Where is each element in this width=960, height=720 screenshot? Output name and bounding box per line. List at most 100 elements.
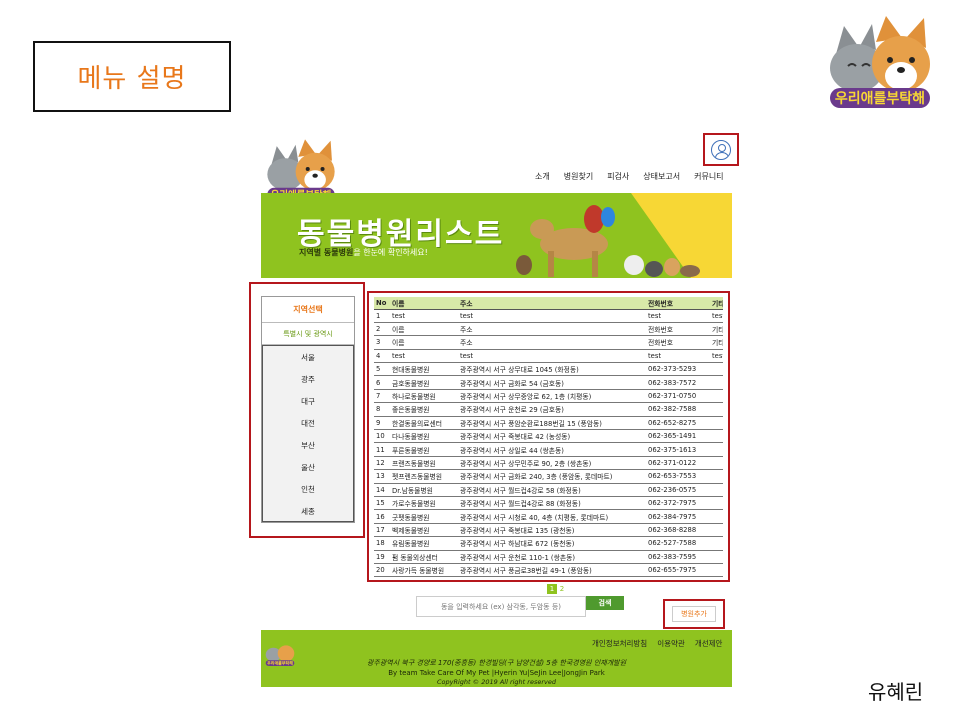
footer-link-terms[interactable]: 이용약관 [657,638,685,649]
cell-no: 9 [374,416,390,431]
cell-no: 5 [374,362,390,377]
page-1[interactable]: 1 [547,584,557,594]
cell-address: 광주광역시 서구 상무민주로 90, 2층 (쌍촌동) [458,456,646,471]
col-phone: 전화번호 [646,297,710,310]
table-row[interactable]: 13 펫프렌즈동물병원 광주광역시 서구 금화로 240, 3층 (풍암동, 롯데마… [374,469,723,484]
cell-address: 광주광역시 서구 월드컵4강로 58 (화정동) [458,483,646,497]
table-row[interactable]: 11 푸른동물병원 광주광역시 서구 상일로 44 (쌍촌동) 062-375-161… [374,442,723,457]
table-row[interactable]: 3이름주소전화번호기타 [374,335,723,350]
nav-about[interactable]: 소개 [535,171,550,182]
cell-no: 3 [374,335,390,350]
cell-etc [710,550,723,564]
footer-address: 광주광역시 북구 경양로 170(중흥동) 한경빌딩(구 남양건설) 5층 한국… [366,659,627,667]
table-row[interactable]: 19 펌 동물외상센터 광주광역시 서구 운천로 110-1 (쌍촌동) 062-38… [374,550,723,564]
cell-etc [710,536,723,551]
slide-title-box: 메뉴 설명 [33,41,231,112]
cell-name: 좋은동물병원 [390,402,458,417]
region-selector: 지역선택 특별시 및 광역시 서울 광주 대구 대전 부산 울산 인천 세종 [261,296,355,523]
region-item-gwangju[interactable]: 광주 [263,368,353,390]
cell-name: 이름 [390,335,458,350]
svg-text:우리애를부탁해: 우리애를부탁해 [835,90,925,107]
cell-phone: 전화번호 [646,322,710,337]
footer-link-suggest[interactable]: 개선제안 [695,638,723,649]
table-row[interactable]: 18 유림동물병원 광주광역시 서구 하남대로 672 (동천동) 062-527-7… [374,536,723,551]
add-hospital-button[interactable]: 병원추가 [672,606,716,622]
cell-etc: 기타 [710,335,723,350]
cell-name: 푸른동물병원 [390,442,458,457]
cell-name: Dr.남동물병원 [390,483,458,497]
cell-address: 광주광역시 서구 풍금로38번길 49-1 (풍암동) [458,563,646,578]
page-2[interactable]: 2 [557,584,567,594]
cell-no: 14 [374,483,390,497]
pagination: 1 2 [547,584,567,594]
table-row[interactable]: 12 프랜즈동물병원 광주광역시 서구 상무민주로 90, 2층 (쌍촌동) 062-… [374,456,723,471]
cell-phone: 062-655-7975 [646,563,710,578]
cell-address: 광주광역시 서구 죽봉대로 135 (광천동) [458,523,646,538]
footer-team: By team Take Care Of My Pet |Hyerin Yu|S… [388,669,605,677]
cell-no: 20 [374,563,390,578]
nav-blood-test[interactable]: 피검사 [607,171,629,182]
region-item-seoul[interactable]: 서울 [263,346,353,368]
table-row[interactable]: 20 사랑가득 동물병원 광주광역시 서구 풍금로38번길 49-1 (풍암동) 06… [374,563,723,578]
cell-etc [710,375,723,390]
table-row[interactable]: 17 벡제동물병원 광주광역시 서구 죽봉대로 135 (광천동) 062-368-8… [374,523,723,538]
table-row[interactable]: 7 하나로동물병원 광주광역시 서구 상무중앙로 62, 1층 (치평동) 062-3… [374,389,723,404]
table-row[interactable]: 16 굿펫동물병원 광주광역시 서구 시청로 40, 4층 (치평동, 롯데마트) 0… [374,509,723,524]
svg-text:우리애를부탁해: 우리애를부탁해 [267,660,293,666]
cell-name: 다나동물병원 [390,429,458,444]
table-row[interactable]: 1testtesttesttest [374,309,723,323]
footer-link-privacy[interactable]: 개인정보처리방침 [592,638,647,649]
region-item-daejeon[interactable]: 대전 [263,412,353,434]
search-button[interactable]: 검색 [586,596,624,610]
cell-no: 4 [374,349,390,364]
cell-phone: 062-365-1491 [646,429,710,444]
col-no: No [374,297,390,310]
table-row[interactable]: 14 Dr.남동물병원 광주광역시 서구 월드컵4강로 58 (화정동) 062-23… [374,483,723,497]
cell-etc [710,429,723,444]
table-row[interactable]: 8 좋은동물병원 광주광역시 서구 운천로 29 (금호동) 062-382-7588 [374,402,723,417]
cell-phone: 062-371-0750 [646,389,710,404]
cell-no: 15 [374,496,390,511]
table-row[interactable]: 6 금호동물병원 광주광역시 서구 금화로 54 (금호동) 062-383-7572 [374,375,723,390]
cell-no: 1 [374,309,390,323]
cell-address: 주소 [458,322,646,337]
cell-phone: 062-383-7572 [646,375,710,390]
table-row[interactable]: 10 다나동물병원 광주광역시 서구 죽봉대로 42 (농성동) 062-365-14… [374,429,723,444]
region-item-ulsan[interactable]: 울산 [263,456,353,478]
nav-community[interactable]: 커뮤니티 [694,171,723,182]
nav-find-hospital[interactable]: 병원찾기 [564,171,593,182]
cell-address: 광주광역시 서구 금화로 54 (금호동) [458,375,646,390]
region-item-incheon[interactable]: 인천 [263,478,353,500]
region-item-busan[interactable]: 부산 [263,434,353,456]
cell-no: 7 [374,389,390,404]
main-nav: 소개 병원찾기 피검사 상태보고서 커뮤니티 [535,171,724,182]
hospital-table-wrap[interactable]: No 이름 주소 전화번호 기타 1testtesttesttest2이름주소전… [374,297,723,578]
cell-name: 사랑가득 동물병원 [390,563,458,578]
table-row[interactable]: 15 가로수동물병원 광주광역시 서구 월드컵4강로 88 (화정동) 062-372… [374,496,723,511]
table-row[interactable]: 5 현대동물병원 광주광역시 서구 상무대로 1045 (화정동) 062-373-5… [374,362,723,377]
cell-phone: 062-372-7975 [646,496,710,511]
user-icon[interactable] [711,139,731,160]
cell-address: 광주광역시 서구 상일로 44 (쌍촌동) [458,442,646,457]
cell-phone: 062-236-0575 [646,483,710,497]
col-etc: 기타 [710,297,723,310]
table-row[interactable]: 4testtesttesttest [374,349,723,364]
cell-etc [710,523,723,538]
cell-phone: 062-371-0122 [646,456,710,471]
nav-status-report[interactable]: 상태보고서 [643,171,680,182]
cell-no: 18 [374,536,390,551]
cell-name: 가로수동물병원 [390,496,458,511]
table-row[interactable]: 2이름주소전화번호기타 [374,322,723,337]
login-highlight [703,133,739,166]
cell-address: 광주광역시 서구 월드컵4강로 88 (화정동) [458,496,646,511]
search-input[interactable] [416,596,586,617]
cell-address: 광주광역시 서구 운천로 110-1 (쌍촌동) [458,550,646,564]
region-item-sejong[interactable]: 세종 [263,500,353,522]
cell-name: 이름 [390,322,458,337]
cell-phone: 062-383-7595 [646,550,710,564]
region-category[interactable]: 특별시 및 광역시 [262,323,354,345]
region-item-daegu[interactable]: 대구 [263,390,353,412]
table-row[interactable]: 9 한결동물의료센터 광주광역시 서구 풍암순환로188번길 15 (풍암동) 062… [374,416,723,431]
cell-etc [710,416,723,431]
cell-address: test [458,349,646,364]
